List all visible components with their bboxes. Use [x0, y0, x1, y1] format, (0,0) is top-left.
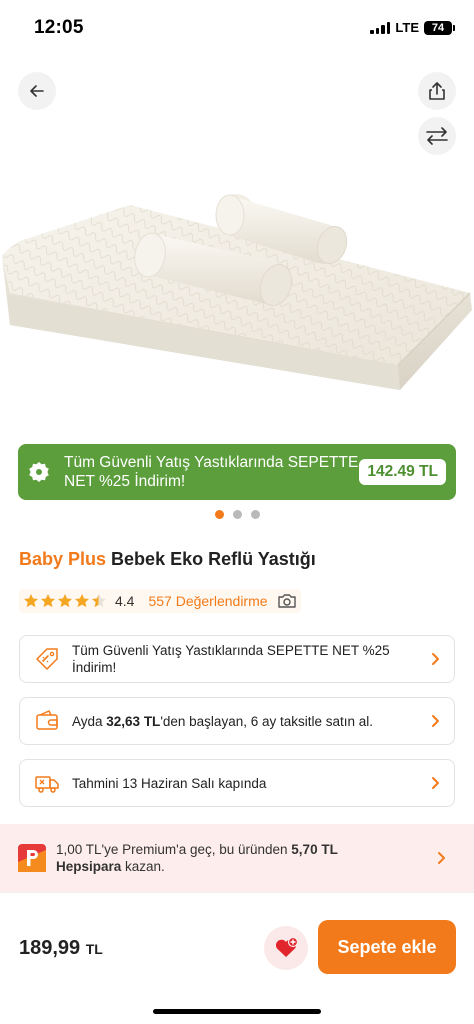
- rating-stars: [23, 593, 107, 609]
- carousel-dot[interactable]: [232, 510, 242, 519]
- camera-icon[interactable]: [277, 593, 297, 609]
- chevron-right-icon: [438, 852, 445, 864]
- chevron-right-icon: [432, 715, 439, 727]
- discount-info-text: Tüm Güvenli Yatış Yastıklarında SEPETTE …: [72, 643, 390, 675]
- installment-prefix: Ayda: [72, 713, 107, 729]
- half-star-icon: [92, 594, 106, 608]
- promo-text: Tüm Güvenli Yatış Yastıklarında SEPETTE …: [64, 454, 359, 490]
- product-price: 189,99 TL: [19, 937, 103, 960]
- wallet-icon: [36, 710, 58, 730]
- network-label: LTE: [395, 20, 419, 35]
- status-bar: 12:05 LTE 74: [0, 0, 474, 56]
- installment-amount: 32,63 TL: [106, 713, 161, 729]
- price-value: 189,99: [19, 937, 81, 959]
- reviews-link[interactable]: 557 Değerlendirme: [148, 593, 267, 609]
- rating-row[interactable]: 4.4 557 Değerlendirme: [19, 589, 301, 613]
- product-image[interactable]: [0, 175, 474, 415]
- hepsipara-banner[interactable]: 1,00 TL'ye Premium'a geç, bu üründen 5,7…: [0, 824, 474, 892]
- chevron-right-icon: [432, 653, 439, 665]
- home-indicator[interactable]: [153, 1009, 321, 1014]
- delivery-truck-icon: [35, 776, 59, 793]
- installment-suffix: 'den başlayan, 6 ay taksitle satın al.: [160, 713, 374, 729]
- compare-button[interactable]: [418, 117, 456, 155]
- product-name: Bebek Eko Reflü Yastığı: [111, 549, 316, 569]
- promo-banner[interactable]: Tüm Güvenli Yatış Yastıklarında SEPETTE …: [18, 444, 456, 500]
- star-icon: [24, 594, 38, 608]
- discount-tag-icon: [36, 648, 58, 670]
- hepsipara-text-2: kazan.: [121, 859, 165, 874]
- back-button[interactable]: [18, 72, 56, 110]
- status-indicators: LTE 74: [370, 20, 455, 35]
- star-icon: [41, 594, 55, 608]
- star-icon: [75, 594, 89, 608]
- arrow-left-icon: [30, 85, 44, 97]
- price-currency: TL: [85, 941, 103, 957]
- battery-icon: 74: [424, 20, 455, 35]
- share-button[interactable]: [418, 72, 456, 110]
- hepsipara-amount: 5,70 TL: [291, 842, 338, 857]
- hepsipara-text-1: 1,00 TL'ye Premium'a geç, bu üründen: [56, 842, 292, 857]
- compare-arrows-icon: [426, 127, 448, 145]
- installment-card[interactable]: Ayda 32,63 TL'den başlayan, 6 ay taksitl…: [19, 697, 455, 745]
- status-time: 12:05: [34, 17, 84, 38]
- battery-level: 74: [431, 21, 445, 34]
- hepsipara-brand: Hepsipara: [56, 859, 122, 874]
- installment-text: Ayda 32,63 TL'den başlayan, 6 ay taksitl…: [72, 713, 420, 730]
- hepsipara-logo-icon: [18, 844, 46, 872]
- carousel-dot[interactable]: [250, 510, 260, 519]
- carousel-dot[interactable]: [214, 510, 224, 519]
- favorite-button[interactable]: [264, 926, 308, 970]
- delivery-card[interactable]: Tahmini 13 Haziran Salı kapında: [19, 759, 455, 807]
- rating-value: 4.4: [115, 593, 135, 609]
- product-title: Baby Plus Bebek Eko Reflü Yastığı: [19, 549, 316, 570]
- brand-link[interactable]: Baby Plus: [19, 549, 106, 569]
- discount-badge-icon: [29, 462, 49, 482]
- add-to-cart-button[interactable]: Sepete ekle: [318, 920, 456, 974]
- promo-price: 142.49 TL: [359, 459, 446, 485]
- chevron-right-icon: [432, 777, 439, 789]
- signal-icon: [370, 21, 391, 34]
- hepsipara-text: 1,00 TL'ye Premium'a geç, bu üründen 5,7…: [56, 841, 426, 875]
- carousel-indicator: [0, 510, 474, 519]
- star-icon: [58, 594, 72, 608]
- discount-info-card[interactable]: Tüm Güvenli Yatış Yastıklarında SEPETTE …: [19, 635, 455, 683]
- heart-plus-icon: [275, 937, 298, 957]
- share-icon: [429, 82, 445, 100]
- delivery-text: Tahmini 13 Haziran Salı kapında: [72, 775, 267, 791]
